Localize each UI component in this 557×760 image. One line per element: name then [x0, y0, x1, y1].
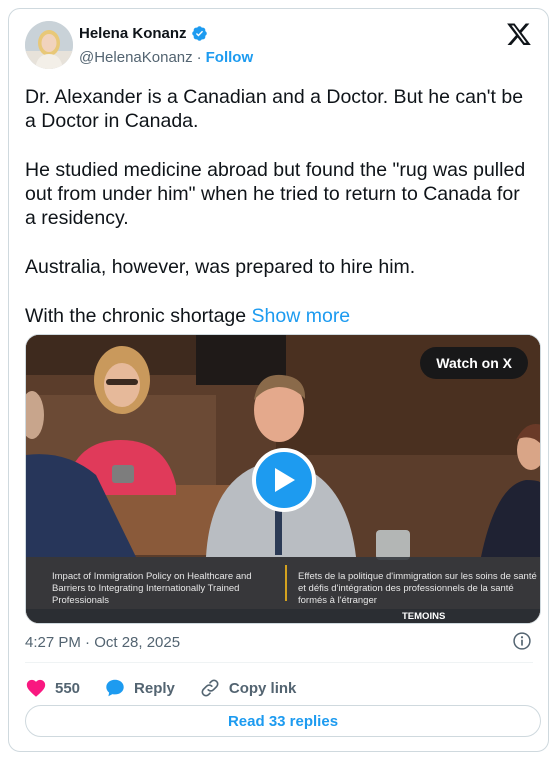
user-avatar-icon	[25, 21, 73, 69]
tweet-text: Dr. Alexander is a Canadian and a Doctor…	[25, 85, 535, 328]
verified-badge-icon	[191, 26, 207, 41]
follow-button[interactable]: Follow	[206, 49, 254, 66]
info-icon[interactable]	[512, 631, 532, 651]
tweet-card: Helena Konanz @HelenaKonanz · Follow Dr.…	[8, 8, 549, 752]
tweet-last-line: With the chronic shortage Show more	[25, 304, 535, 328]
video-caption-bar: Impact of Immigration Policy on Healthca…	[26, 557, 540, 609]
video-player[interactable]: Watch on X Impact of Immigration Policy …	[25, 334, 541, 624]
caption-english: Impact of Immigration Policy on Healthca…	[52, 571, 252, 606]
author-display-name[interactable]: Helena Konanz	[79, 25, 187, 42]
caption-divider	[285, 565, 287, 601]
read-replies-button[interactable]: Read 33 replies	[25, 705, 541, 737]
witnesses-label: TEMOINS	[402, 611, 446, 622]
like-button[interactable]: 550	[25, 677, 80, 699]
avatar[interactable]	[25, 21, 73, 69]
tweet-paragraph: Australia, however, was prepared to hire…	[25, 256, 416, 279]
handle-separator: ·	[196, 49, 202, 66]
show-more-link[interactable]: Show more	[252, 305, 351, 327]
watch-on-x-button[interactable]: Watch on X	[420, 347, 528, 379]
tweet-timestamp[interactable]: 4:27 PM · Oct 28, 2025	[25, 634, 180, 651]
reply-label: Reply	[134, 679, 175, 697]
like-count: 550	[55, 679, 81, 697]
author-handle-row: @HelenaKonanz · Follow	[79, 49, 253, 66]
x-logo-icon[interactable]	[506, 21, 532, 47]
copy-link-button[interactable]: Copy link	[199, 677, 297, 699]
video-bottom-bar	[26, 609, 540, 623]
heart-icon	[26, 679, 46, 697]
tweet-paragraph: He studied medicine abroad but found the…	[25, 158, 526, 230]
divider	[25, 662, 533, 663]
reply-button[interactable]: Reply	[104, 677, 175, 699]
action-bar: 550 Reply Copy link	[25, 675, 320, 701]
play-icon	[275, 468, 295, 492]
author-name-row[interactable]: Helena Konanz	[79, 25, 208, 42]
link-icon	[201, 679, 219, 697]
tweet-truncated-text: With the chronic shortage	[25, 304, 252, 327]
author-handle[interactable]: @HelenaKonanz	[79, 49, 193, 66]
caption-french: Effets de la politique d'immigration sur…	[298, 571, 537, 606]
play-button[interactable]	[252, 448, 316, 512]
reply-bubble-icon	[106, 679, 124, 697]
tweet-paragraph: Dr. Alexander is a Canadian and a Doctor…	[25, 86, 524, 133]
copy-link-label: Copy link	[228, 679, 297, 697]
